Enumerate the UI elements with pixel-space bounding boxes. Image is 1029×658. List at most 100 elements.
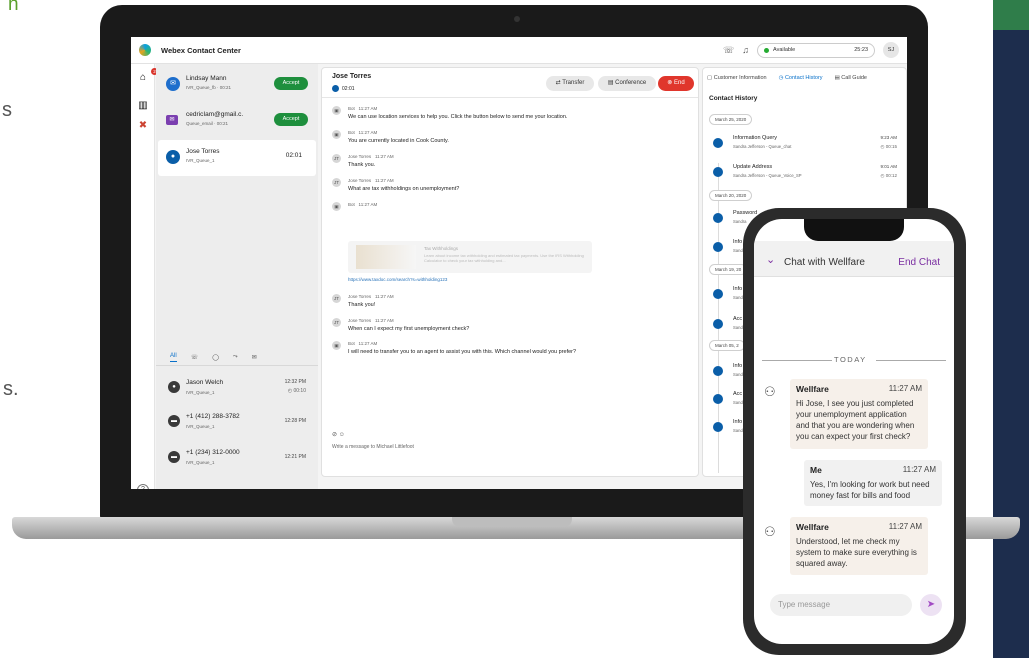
send-icon[interactable]: ➤ <box>920 594 942 616</box>
tab-contact-history[interactable]: ◷ Contact History <box>779 75 823 81</box>
phone-chat-header: ⌄ Chat with Wellfare End Chat <box>754 241 954 277</box>
home-icon[interactable]: ⌂ 2 <box>137 68 158 84</box>
bell-icon[interactable]: ♫ <box>742 45 749 55</box>
chat-icon <box>713 213 723 223</box>
message-time: 11:27 AM <box>374 318 394 323</box>
history-entry[interactable]: Information Query Sandra Jefferson - Que… <box>711 132 901 158</box>
date-pill: March 05, 2 <box>709 340 745 351</box>
tab-email-icon[interactable]: ✉ <box>252 354 257 361</box>
message-meta: Bot 11:27 AM <box>348 341 377 346</box>
entry-name: Password <box>733 210 758 216</box>
entry-name: Info <box>733 239 743 245</box>
history-item[interactable]: ▬ +1 (234) 312-0000 IVR_Queue_1 12:21 PM <box>158 443 316 473</box>
avatar[interactable]: SJ <box>883 42 899 58</box>
history-time: 12:28 PM <box>284 418 306 424</box>
message-sender: Bot <box>348 341 355 346</box>
tab-chat-icon[interactable]: ◯ <box>212 354 219 361</box>
entry-sub: Sand <box>733 295 743 300</box>
attachment-icon[interactable]: ⊘ <box>332 432 337 438</box>
link-preview-card[interactable]: Tax Withholdings Learn about income tax … <box>348 241 592 273</box>
message-meta: Jose Torres 11:27 AM <box>348 294 394 299</box>
entry-name: Info <box>733 363 743 369</box>
message-text: You are currently located in Cook County… <box>348 138 449 144</box>
message-text: Thank you. <box>348 162 376 168</box>
help-icon[interactable]: ? <box>137 484 149 489</box>
entry-sub: Sandra <box>733 219 747 224</box>
message-meta: Bot 11:27 AM <box>348 130 377 135</box>
message-text: When can I expect my first unemployment … <box>348 326 470 332</box>
chat-icon: ● <box>166 150 180 164</box>
decorative-band-accent <box>993 0 1029 30</box>
end-label: End <box>674 80 685 86</box>
preview-link[interactable]: https://www.taxdoc.com/search?s=withhold… <box>348 277 447 282</box>
chat-icon <box>713 289 723 299</box>
message-text: I will need to transfer you to an agent … <box>348 349 577 355</box>
entry-time: 9:23 AM <box>880 135 897 140</box>
tab-label: Customer Information <box>713 75 767 81</box>
message-input[interactable]: Write a message to Michael Littlefoot <box>332 444 414 450</box>
phone-message-input[interactable]: Type message <box>770 594 912 616</box>
history-time: 12:21 PM <box>284 454 306 460</box>
messenger-icon: ✉ <box>166 77 180 91</box>
history-item[interactable]: ▬ +1 (412) 288-3782 IVR_Queue_1 12:28 PM <box>158 407 316 437</box>
status-timer: 25:23 <box>854 47 868 53</box>
entry-name: Acc <box>733 316 743 322</box>
transfer-label: Transfer <box>562 80 585 86</box>
message-time: 11:27 AM <box>358 341 378 346</box>
bot-icon: ▣ <box>332 130 341 139</box>
message-text: We can use location services to help you… <box>348 114 568 120</box>
history-item[interactable]: ● Jason Welch IVR_Queue_1 12:32 PM ◴ 00:… <box>158 373 316 403</box>
tab-customer-information[interactable]: ▢ Customer Information <box>707 75 767 81</box>
emoji-icon[interactable]: ☺ <box>339 432 345 438</box>
message-sender: Jose Torres <box>348 178 372 183</box>
compose-toolbar: ⊘ ☺ <box>332 431 345 438</box>
task-item[interactable]: ✉ Lindsay Mann IVR_Queue_fb · 00:21 Acce… <box>158 67 316 101</box>
conference-label: Conference <box>615 80 647 86</box>
chat-icon <box>713 167 723 177</box>
preview-image <box>356 245 416 269</box>
chat-timer: 02:01 <box>332 85 355 92</box>
phone-chat-title: Chat with Wellfare <box>784 257 865 268</box>
email-icon: ✉ <box>166 115 178 125</box>
message-sender: Bot <box>348 202 355 207</box>
history-entry[interactable]: Update Address Sandra Jefferson - Queue_… <box>711 161 901 187</box>
chat-icon <box>713 319 723 329</box>
agent-status-dropdown[interactable]: Available 25:23 <box>757 42 875 58</box>
task-item[interactable]: ✉ cedricIam@gmail.c. Queue_email · 00:21… <box>158 103 316 137</box>
chevron-down-icon[interactable]: ⌄ <box>766 253 775 266</box>
date-separator: TODAY <box>834 355 867 364</box>
chat-icon <box>332 85 339 92</box>
message-meta: Jose Torres 11:27 AM <box>348 154 394 159</box>
end-chat-button[interactable]: End Chat <box>898 257 940 268</box>
tab-all[interactable]: All <box>170 353 177 362</box>
chat-icon <box>713 366 723 376</box>
task-item-active[interactable]: ● Jose Torres IVR_Queue_1 02:01 <box>158 140 316 176</box>
message-meta: Jose Torres 11:27 AM <box>348 318 394 323</box>
tab-call-guide[interactable]: ▤ Call Guide <box>835 75 867 81</box>
tab-label: Call Guide <box>841 75 867 81</box>
message-text: Thank you! <box>348 302 376 308</box>
panel-title: Contact History <box>709 95 758 102</box>
history-sub: IVR_Queue_1 <box>186 424 215 429</box>
laptop-base-notch <box>452 517 572 527</box>
accept-button[interactable]: Accept <box>274 113 308 126</box>
bg-fragment-text: s <box>2 99 12 121</box>
person-icon: ⚇ <box>764 524 776 539</box>
end-button[interactable]: ⊗ End <box>658 76 694 91</box>
person-icon: ⚇ <box>764 384 776 399</box>
tab-social-icon[interactable]: ⤳ <box>233 354 238 361</box>
message-time: 11:27 AM <box>374 178 394 183</box>
message-meta: Jose Torres 11:27 AM <box>348 178 394 183</box>
user-icon: JT <box>332 318 341 327</box>
accept-button[interactable]: Accept <box>274 77 308 90</box>
tab-phone-icon[interactable]: ☏ <box>191 354 199 361</box>
camera-icon <box>514 16 520 22</box>
date-pill: March 25, 2020 <box>709 114 753 125</box>
message-sender: Jose Torres <box>348 318 372 323</box>
conference-button[interactable]: ▤ Conference <box>598 76 656 91</box>
phone-icon[interactable]: ☏ <box>723 45 734 56</box>
transfer-button[interactable]: ⇄ Transfer <box>546 76 594 91</box>
apps-icon[interactable]: ✖ <box>137 120 149 132</box>
analytics-icon[interactable]: ▥ <box>137 100 149 112</box>
app-title: Webex Contact Center <box>161 45 241 55</box>
